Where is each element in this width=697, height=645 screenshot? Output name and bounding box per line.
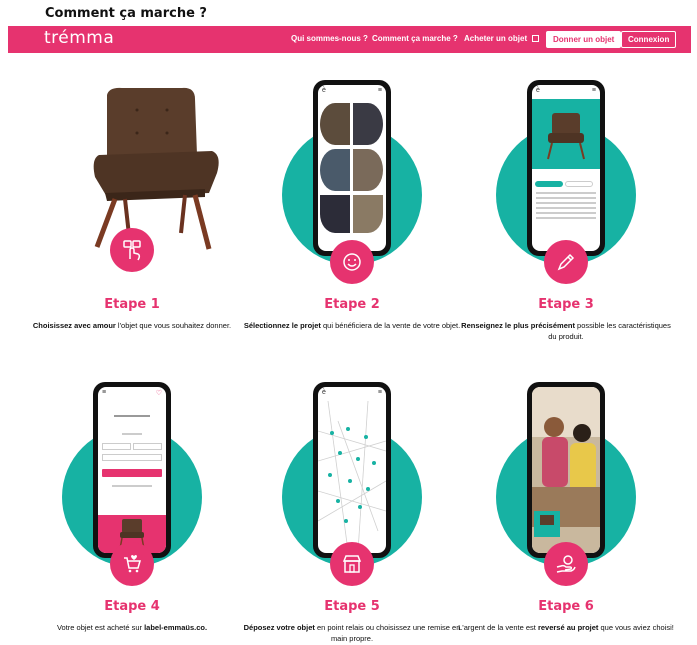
brand-logo[interactable]: trémma [44,28,114,48]
hand-money-icon [544,542,588,586]
nav-link-buy[interactable]: Acheter un objet [464,34,540,43]
page-title: Comment ça marche ? [45,6,207,21]
menu-icon: ≡ [377,87,382,94]
product-attributes-list [532,189,600,222]
smiley-icon [330,240,374,284]
app-logo-icon: è [322,389,326,396]
app-logo-icon: è [536,87,540,94]
step-2: è ≡ Etape 2 Sélectionnez le projet qui bé… [242,80,462,360]
shop-icon [330,542,374,586]
buy-button[interactable] [102,469,162,477]
relay-map-screen: è ≡ [318,387,386,553]
step-6-title: Etape 6 [538,599,594,614]
marketplace-screen: ≡ ♡ [98,387,166,553]
chair-thumbnail [547,113,585,160]
top-navbar: trémma Qui sommes-nous ? Comment ça marc… [8,26,691,53]
phone-mockup: è ≡ [313,80,391,256]
heart-icon: ♡ [155,390,162,397]
step-3-description: Renseignez le plus précisément possible … [461,321,671,341]
step-1: Etape 1 Choisissez avec amour l'objet qu… [22,80,242,360]
relay-points-map[interactable] [318,401,386,551]
nav-link-how[interactable]: Comment ça marche ? [372,34,458,43]
nav-link-buy-label: Acheter un objet [464,34,528,43]
pencil-icon [544,240,588,284]
give-object-button[interactable]: Donner un objet [546,31,622,48]
project-selection-screen: è ≡ [318,85,386,251]
filter-row[interactable] [102,443,162,450]
external-link-icon [532,35,540,42]
step-3: è ≡ Etape 3 Renseignez le plus précisémen… [456,80,676,360]
phone-mockup [527,382,605,558]
menu-icon: ≡ [377,389,382,396]
search-field[interactable] [102,454,162,461]
nav-link-about[interactable]: Qui sommes-nous ? [291,34,368,43]
cart-heart-icon [110,542,154,586]
step-6-description: L'argent de la vente est reversé au proj… [458,623,674,632]
step-4-title: Etape 4 [104,599,160,614]
app-logo-icon: è [322,87,326,94]
menu-icon: ≡ [591,87,596,94]
phone-mockup: è ≡ [527,80,605,256]
step-2-title: Etape 2 [324,297,380,312]
phone-mockup: è ≡ [313,382,391,558]
step-5: è ≡ Etape 5 Déposez votre objet en point … [242,382,462,645]
step-4: ≡ ♡ Etape 4 Votre objet est acheté sur la… [22,382,242,645]
people-photo [532,387,600,553]
menu-icon: ≡ [102,389,107,396]
product-photo-area [532,99,600,169]
step-6: Etape 6 L'argent de la vente est reversé… [456,382,676,645]
project-photo-screen [532,387,600,553]
step-3-title: Etape 3 [538,297,594,312]
projects-photo-mosaic[interactable] [320,103,384,233]
phone-mockup: ≡ ♡ [93,382,171,558]
step-5-description: Déposez votre objet en point relais ou c… [243,623,461,643]
step-1-title: Etape 1 [104,297,160,312]
step-5-title: Etape 5 [324,599,380,614]
product-details-screen: è ≡ [532,85,600,251]
step-2-description: Sélectionnez le projet qui bénéficiera d… [243,321,461,330]
armchair-image [93,87,219,250]
step-1-description: Choisissez avec amour l'objet que vous s… [32,321,232,330]
step-4-description: Votre objet est acheté sur label-emmaüs.… [56,623,208,632]
hand-tap-icon [110,228,154,272]
login-button[interactable]: Connexion [621,31,677,48]
